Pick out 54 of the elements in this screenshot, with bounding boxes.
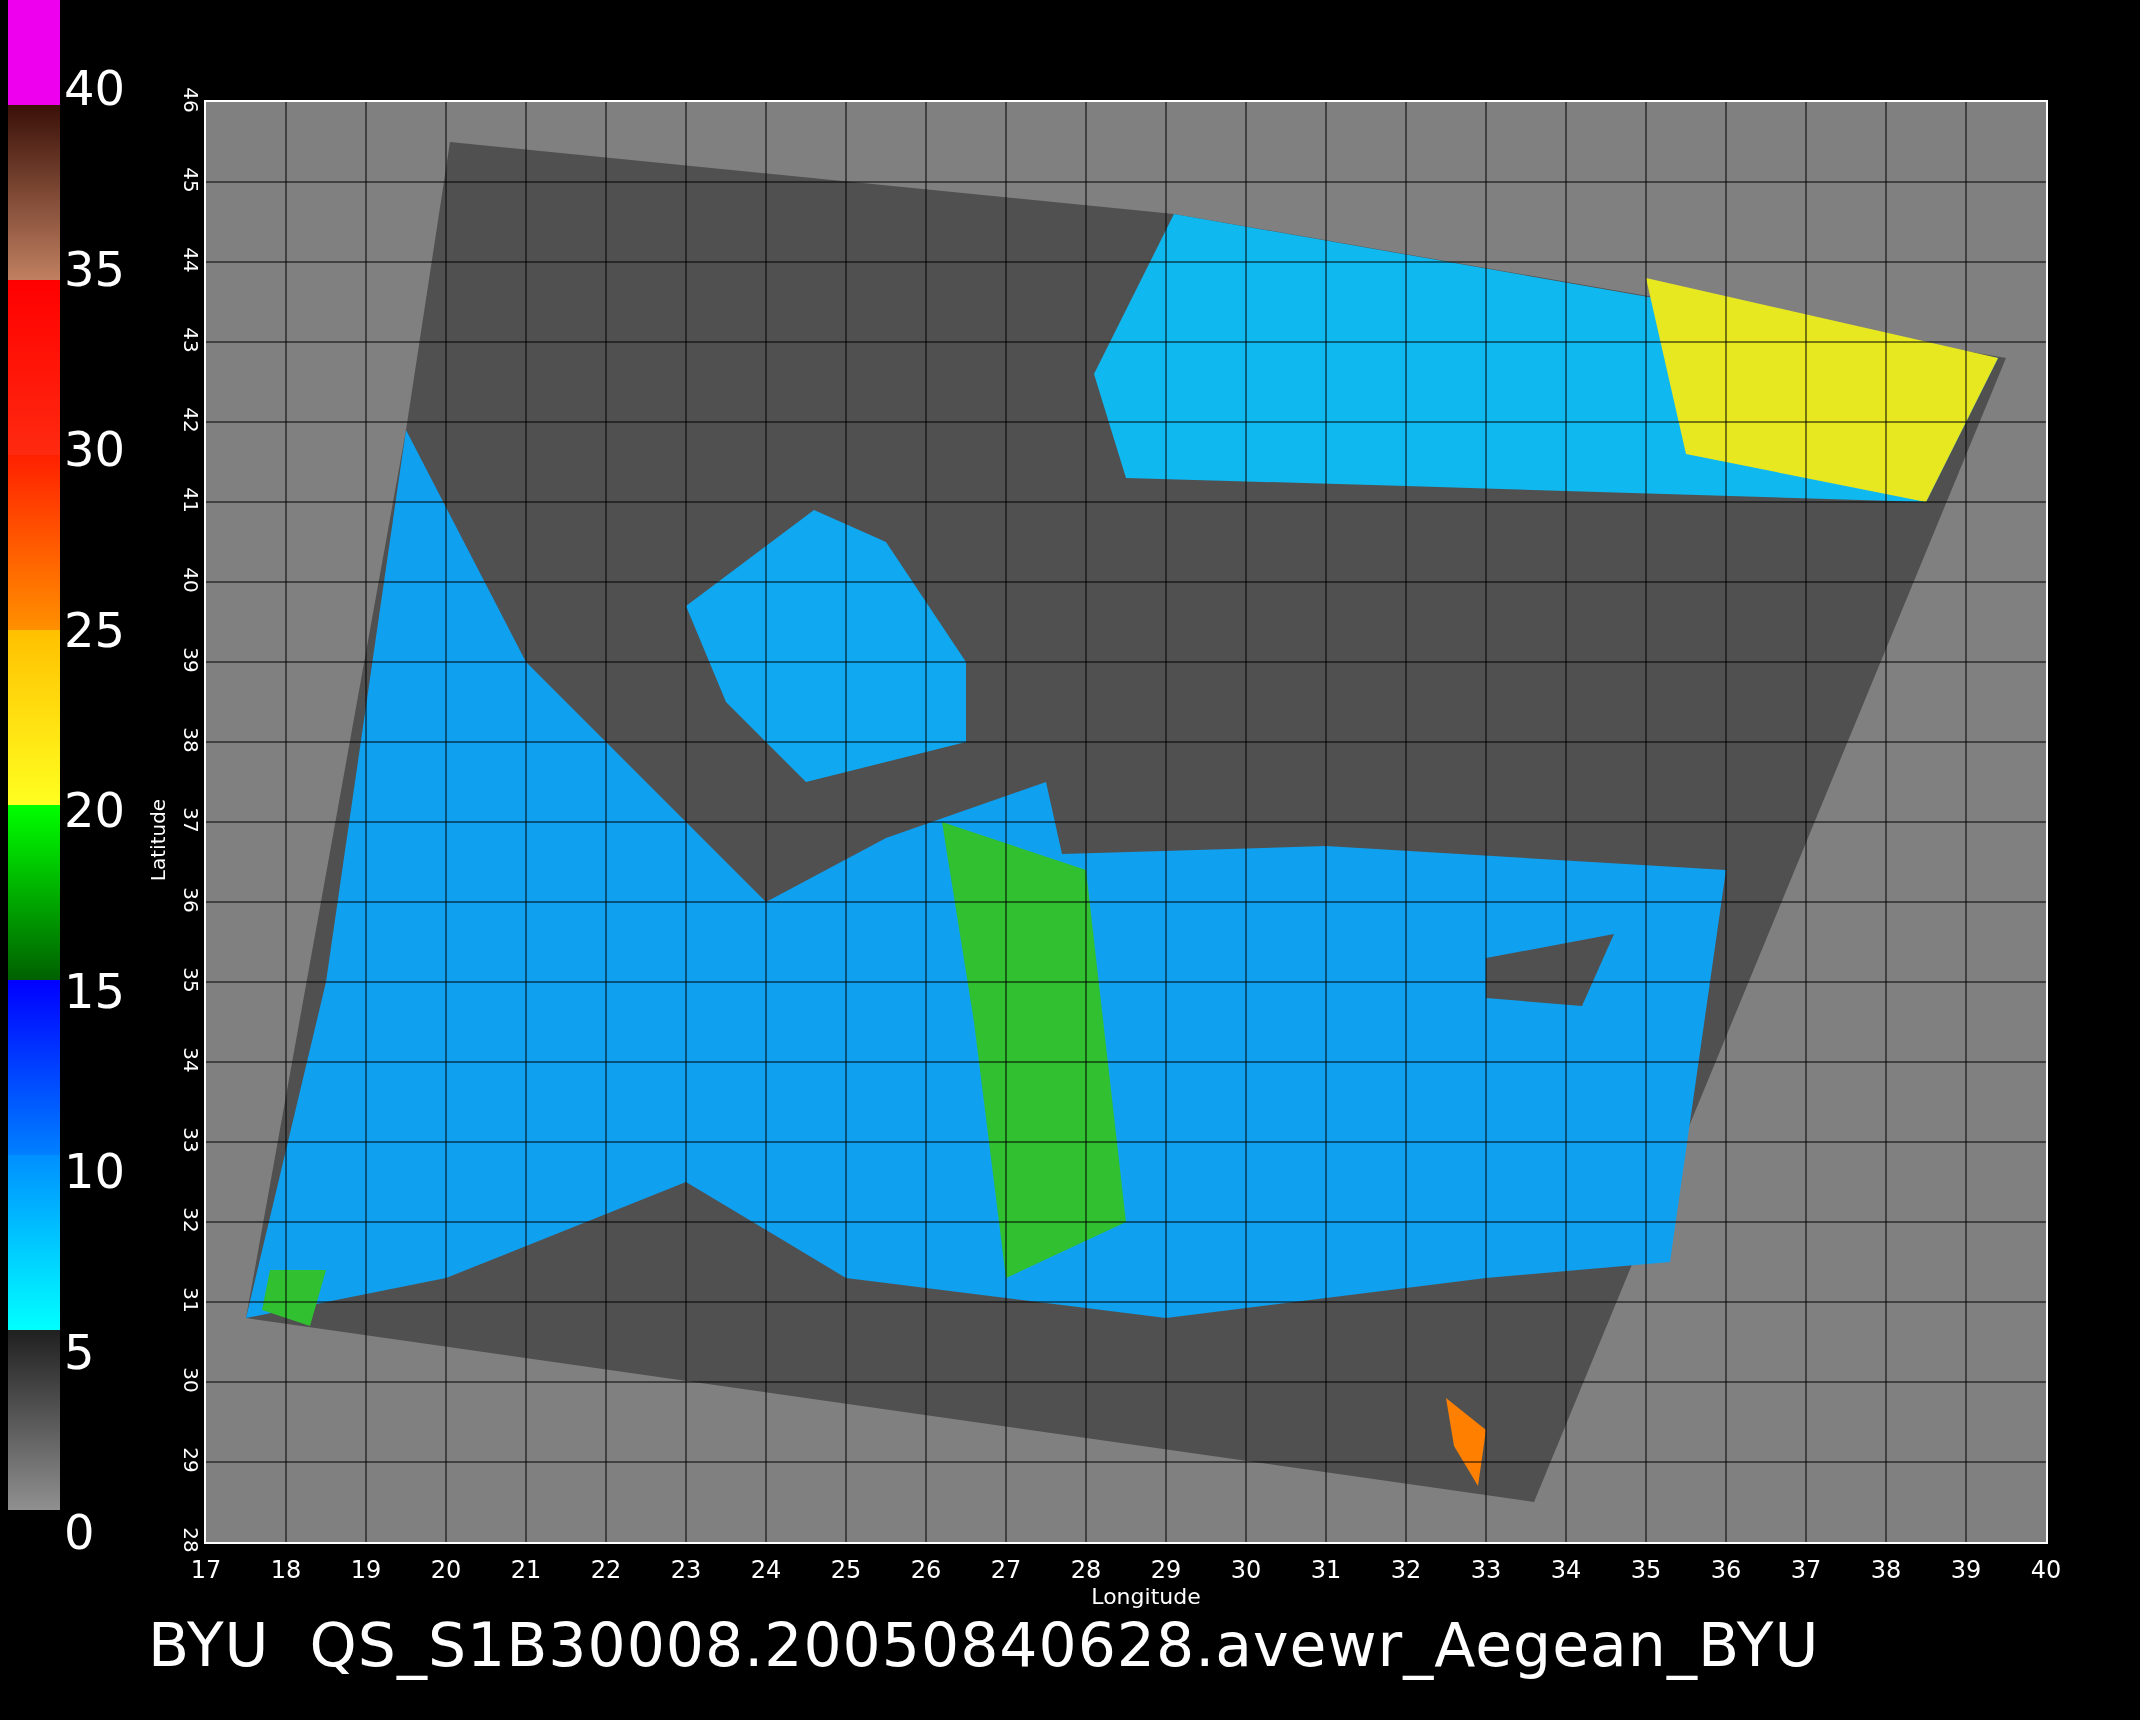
y-tick-label: 29 — [179, 1447, 203, 1473]
scale-label: 35 — [63, 240, 127, 297]
scale-label: 15 — [63, 962, 127, 1019]
x-tick-label: 40 — [2029, 1555, 2063, 1584]
y-tick-label: 42 — [179, 407, 203, 433]
x-tick-label: 24 — [749, 1555, 783, 1584]
x-axis-label: Longitude — [1091, 1584, 1201, 1609]
y-tick-label: 35 — [179, 967, 203, 993]
y-tick-label: 40 — [179, 567, 203, 593]
x-tick-label: 28 — [1069, 1555, 1103, 1584]
scale-label: 30 — [63, 421, 127, 477]
y-tick-label: 28 — [179, 1527, 203, 1553]
y-tick-label: 34 — [179, 1047, 203, 1073]
x-tick-label: 31 — [1309, 1555, 1343, 1584]
y-tick-label: 46 — [179, 87, 203, 113]
y-tick-label: 43 — [179, 327, 203, 353]
y-tick-label: 32 — [179, 1207, 203, 1233]
y-tick-label: 39 — [179, 647, 203, 673]
x-tick-label: 33 — [1469, 1555, 1503, 1584]
y-axis-label: Latitude — [146, 798, 170, 882]
scale-label: 10 — [63, 1143, 127, 1199]
y-tick-label: 41 — [179, 487, 203, 513]
x-tick-label: 19 — [349, 1555, 383, 1584]
x-tick-label: 36 — [1709, 1555, 1743, 1584]
scale-label: 40 — [63, 60, 127, 116]
x-tick-label: 29 — [1149, 1555, 1183, 1584]
y-tick-label: 37 — [179, 807, 203, 833]
x-tick-label: 39 — [1949, 1555, 1983, 1584]
x-tick-label: 26 — [909, 1555, 943, 1584]
x-tick-label: 20 — [429, 1555, 463, 1584]
x-tick-label: 30 — [1229, 1555, 1263, 1584]
y-tick-label: 30 — [179, 1367, 203, 1393]
y-tick-label: 44 — [179, 247, 203, 273]
y-tick-label: 31 — [179, 1287, 203, 1313]
scale-label: 20 — [63, 782, 127, 838]
x-tick-label: 35 — [1629, 1555, 1663, 1584]
scale-label: 25 — [63, 601, 127, 658]
x-tick-label: 27 — [989, 1555, 1023, 1584]
y-tick-label: 36 — [179, 887, 203, 913]
plot-title: BYU QS_S1B30008.20050840628.avewr_Aegean_BYU — [147, 1610, 1821, 1680]
y-tick-label: 45 — [179, 167, 203, 193]
x-tick-label: 32 — [1389, 1555, 1423, 1584]
x-tick-label: 22 — [589, 1555, 623, 1584]
scale-label: 5 — [63, 1323, 96, 1380]
x-tick-label: 23 — [669, 1555, 703, 1584]
y-tick-label: 33 — [179, 1127, 203, 1153]
scale-label: 0 — [63, 1504, 96, 1560]
y-tick-label: 38 — [179, 727, 203, 753]
x-tick-label: 18 — [269, 1555, 303, 1584]
x-tick-label: 34 — [1549, 1555, 1583, 1584]
x-tick-label: 38 — [1869, 1555, 1903, 1584]
x-tick-label: 21 — [509, 1555, 543, 1584]
x-tick-label: 25 — [829, 1555, 863, 1584]
x-tick-label: 37 — [1789, 1555, 1823, 1584]
